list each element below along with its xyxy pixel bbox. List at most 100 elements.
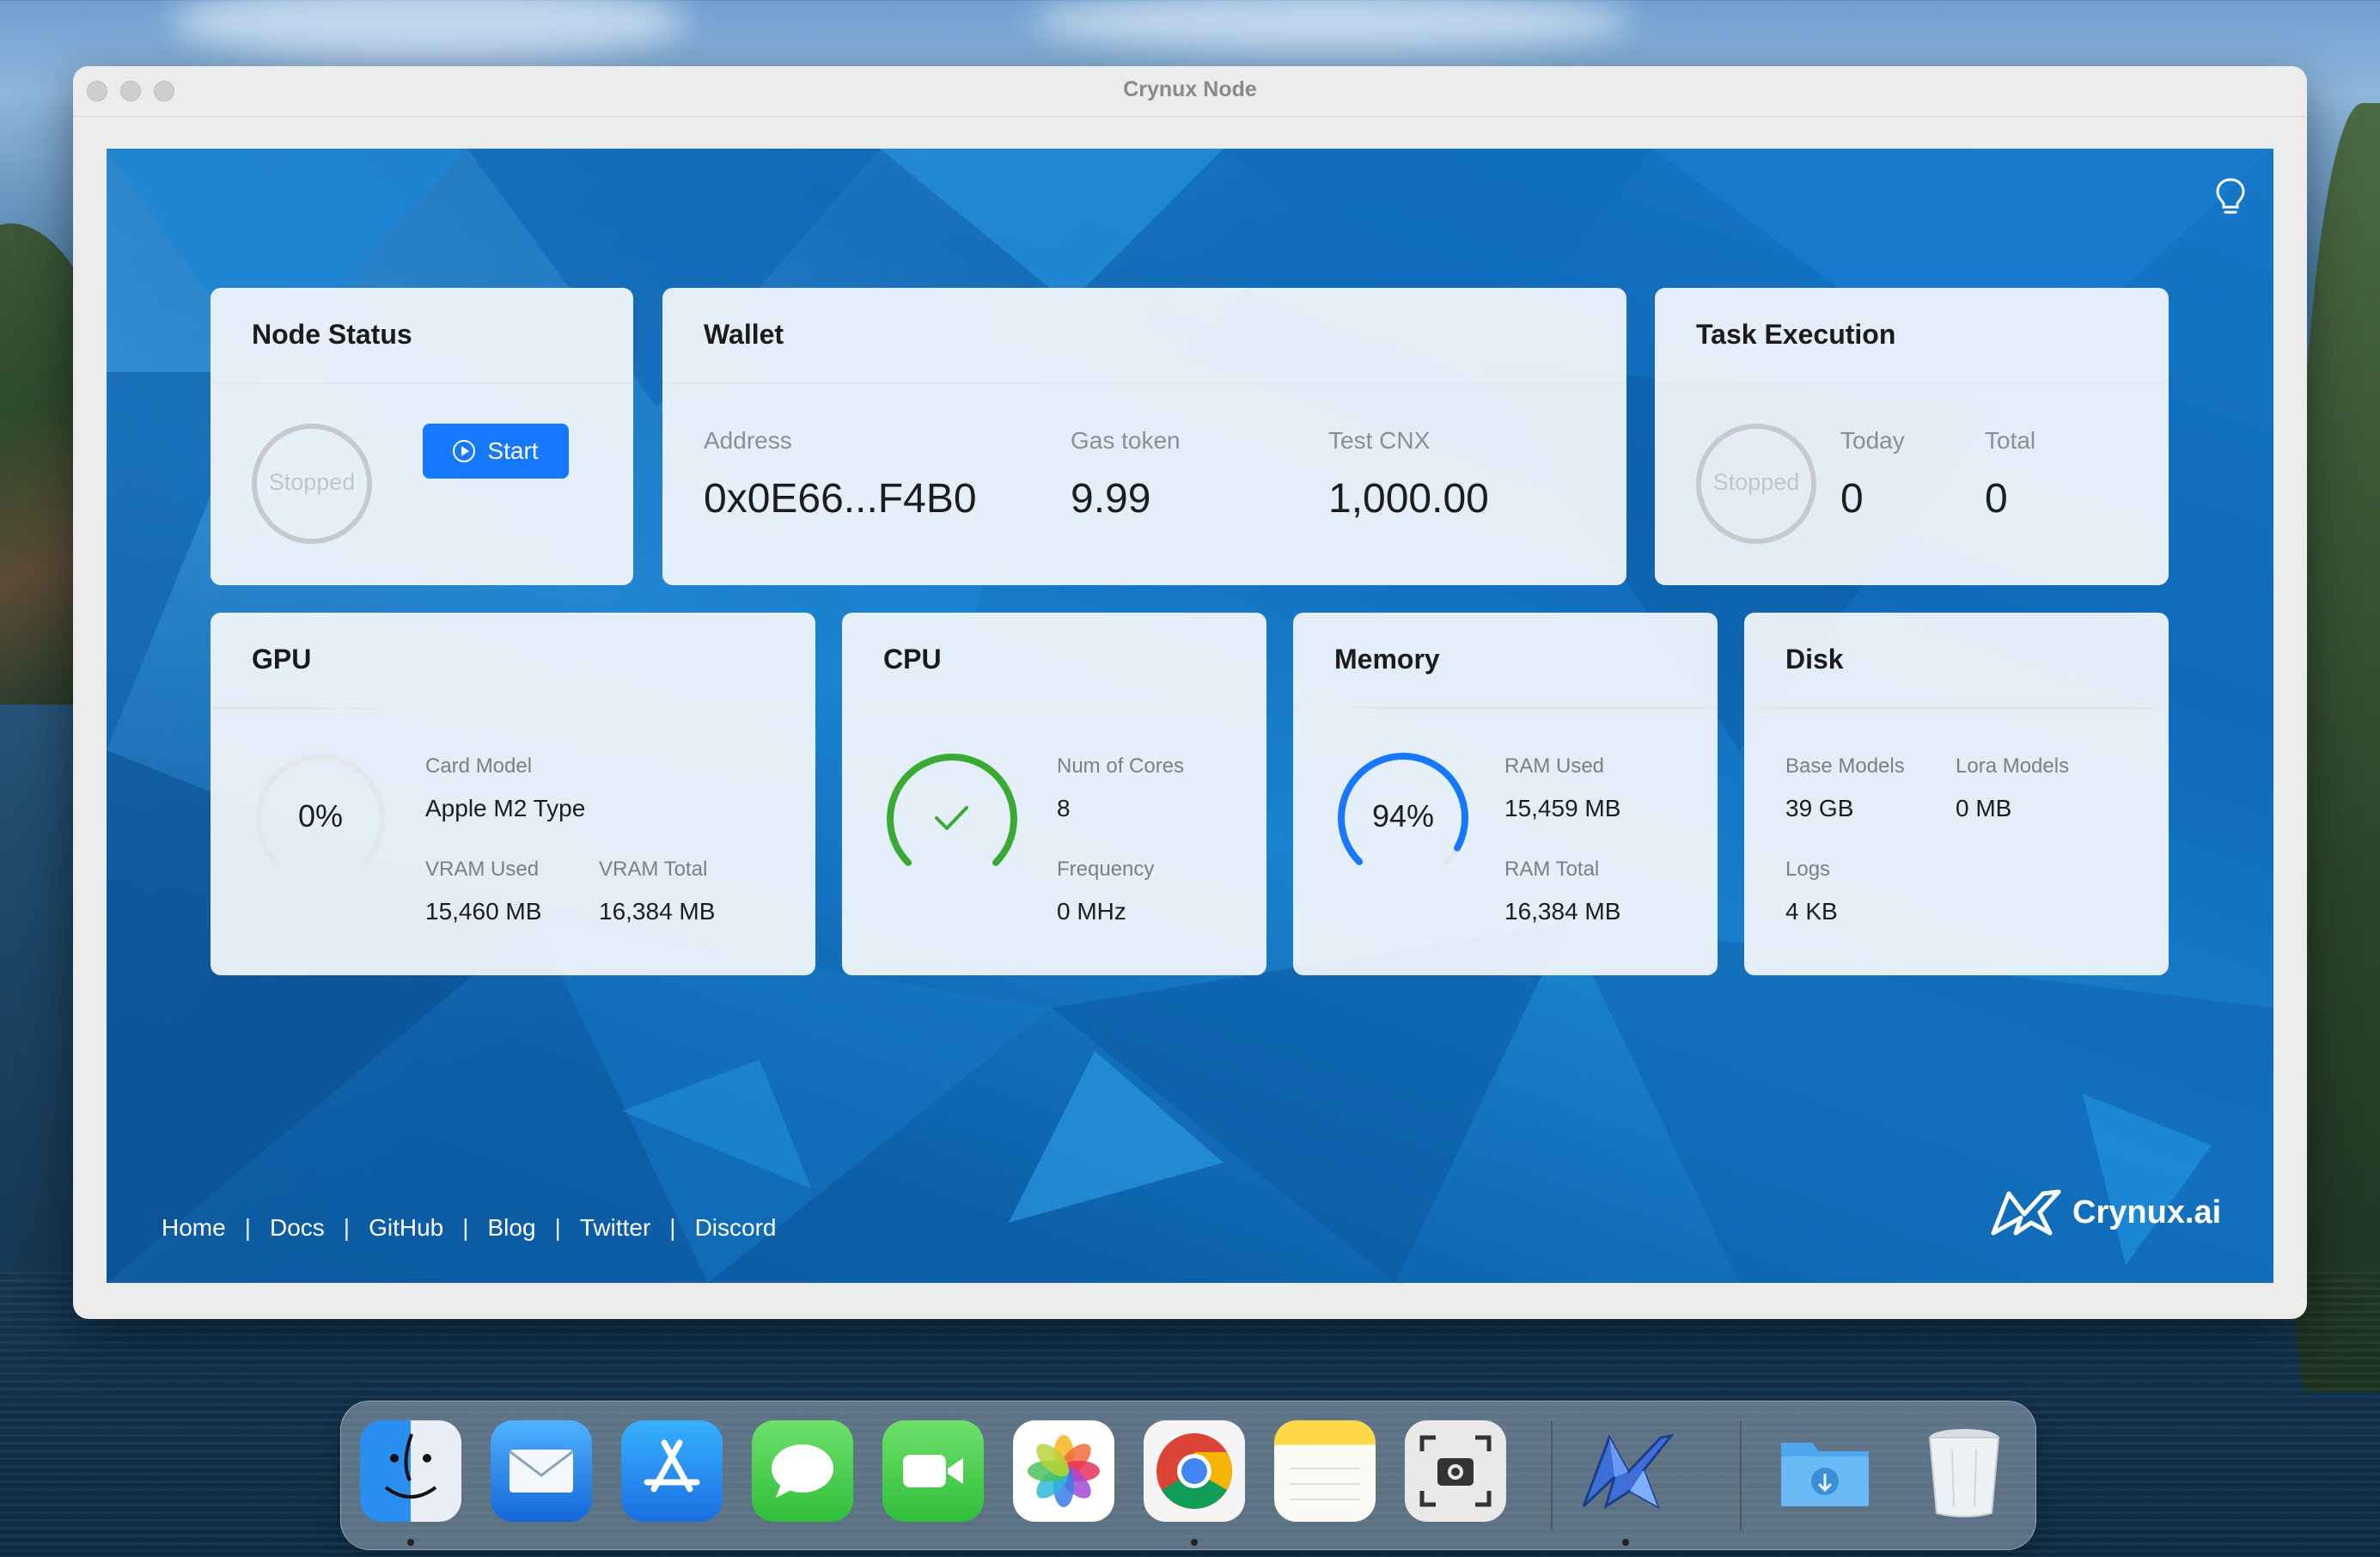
footer-link-github[interactable]: GitHub	[369, 1214, 443, 1242]
gas-token-label: Gas token	[1071, 427, 1181, 454]
vram-total-value: 16,384 MB	[599, 898, 716, 925]
ram-total-label: RAM Total	[1504, 858, 1600, 881]
app-store-icon[interactable]	[621, 1420, 723, 1522]
desktop-cloud	[1031, 0, 1632, 52]
task-execution-card: Task Execution Stopped Today 0 Total 0	[1655, 288, 2169, 585]
lightbulb-icon[interactable]	[2212, 174, 2249, 221]
crynux-icon[interactable]	[1575, 1420, 1676, 1522]
running-indicator	[1622, 1539, 1629, 1546]
start-button[interactable]: Start	[423, 424, 569, 479]
total-value: 0	[1985, 476, 2008, 522]
card-header: Node Status	[211, 288, 633, 384]
facetime-icon[interactable]	[882, 1420, 984, 1522]
task-status-ring: Stopped	[1696, 424, 1816, 544]
card-title: GPU	[252, 644, 312, 675]
test-cnx-value: 1,000.00	[1328, 476, 1489, 522]
footer-separator: |	[554, 1214, 561, 1241]
notes-icon[interactable]	[1274, 1420, 1376, 1522]
card-header: Wallet	[662, 288, 1626, 384]
chrome-icon[interactable]	[1144, 1420, 1245, 1522]
frequency-label: Frequency	[1057, 858, 1155, 881]
vram-used-value: 15,460 MB	[425, 898, 542, 925]
node-status-card: Node Status Stopped Start	[211, 288, 633, 585]
logs-value: 4 KB	[1785, 898, 1838, 925]
card-header: GPU	[211, 613, 815, 709]
num-cores-value: 8	[1057, 795, 1071, 821]
cpu-card: CPU Num of Cores 8 Frequency 0 MHz	[842, 613, 1266, 975]
dashboard: Node Status Stopped Start Wallet Address…	[107, 149, 2273, 1283]
running-indicator	[407, 1539, 414, 1546]
test-cnx-label: Test CNX	[1328, 427, 1431, 454]
card-header: Memory	[1293, 613, 1718, 709]
cpu-gauge-ring	[887, 753, 1017, 866]
vram-total-label: VRAM Total	[599, 858, 708, 881]
screenshot-icon[interactable]	[1405, 1420, 1506, 1522]
footer-link-twitter[interactable]: Twitter	[580, 1214, 650, 1242]
desktop-cloud	[172, 0, 687, 60]
gas-token-value: 9.99	[1071, 476, 1151, 522]
footer-separator: |	[343, 1214, 351, 1241]
footer-link-home[interactable]: Home	[162, 1214, 226, 1242]
num-cores-label: Num of Cores	[1057, 754, 1185, 778]
lora-models-value: 0 MB	[1956, 795, 2012, 821]
footer-separator: |	[244, 1214, 251, 1241]
dock-separator	[1551, 1420, 1553, 1530]
memory-usage-text: 94%	[1371, 798, 1435, 833]
node-status-ring: Stopped	[252, 424, 372, 544]
mail-icon[interactable]	[491, 1420, 592, 1522]
card-title: CPU	[883, 644, 942, 675]
lora-models-label: Lora Models	[1956, 754, 2070, 778]
disk-card: Disk Base Models 39 GB Lora Models 0 MB …	[1744, 613, 2169, 975]
brand-name: Crynux.ai	[2072, 1194, 2222, 1230]
downloads-folder-icon[interactable]	[1774, 1420, 1876, 1522]
play-icon	[453, 440, 476, 462]
ram-used-value: 15,459 MB	[1504, 795, 1621, 821]
card-title: Wallet	[704, 319, 784, 350]
address-label: Address	[704, 427, 792, 454]
card-title: Memory	[1334, 644, 1440, 675]
gpu-card: GPU 0% Card Model Apple M2 Type VRAM Use…	[211, 613, 815, 975]
title-bar[interactable]: Crynux Node	[73, 66, 2307, 117]
finder-icon[interactable]	[360, 1420, 461, 1522]
app-window: Crynux Node Node Status Stopped Start Wa…	[73, 66, 2307, 1319]
crynux-logo-icon	[1991, 1189, 2061, 1236]
card-title: Node Status	[252, 319, 412, 350]
footer-link-discord[interactable]: Discord	[695, 1214, 777, 1242]
card-header: CPU	[842, 613, 1266, 709]
memory-card: Memory 94% RAM Used 15,459 MB RAM Total …	[1293, 613, 1718, 975]
card-header: Task Execution	[1655, 288, 2169, 384]
window-title: Crynux Node	[1123, 77, 1257, 101]
ram-used-label: RAM Used	[1504, 754, 1605, 778]
card-title: Disk	[1785, 644, 1844, 675]
card-title: Task Execution	[1696, 319, 1896, 350]
logs-label: Logs	[1785, 858, 1831, 881]
total-label: Total	[1985, 427, 2036, 454]
footer-link-blog[interactable]: Blog	[488, 1214, 536, 1242]
today-value: 0	[1840, 476, 1864, 522]
brand-logo[interactable]: Crynux.ai	[1990, 1188, 2221, 1236]
trash-icon[interactable]	[1913, 1420, 2015, 1522]
footer-link-docs[interactable]: Docs	[270, 1214, 325, 1242]
card-header: Disk	[1744, 613, 2169, 709]
address-value[interactable]: 0x0E66...F4B0	[704, 475, 977, 522]
desktop-mountain	[2294, 103, 2380, 1392]
ram-total-value: 16,384 MB	[1504, 898, 1621, 925]
dock-separator	[1740, 1420, 1742, 1530]
running-indicator	[1191, 1539, 1198, 1546]
footer-links: Home | Docs | GitHub | Blog | Twitter | …	[162, 1214, 777, 1242]
vram-used-label: VRAM Used	[425, 858, 540, 881]
card-model-label: Card Model	[425, 754, 533, 778]
node-status-text: Stopped	[268, 469, 356, 495]
photos-icon[interactable]	[1013, 1420, 1114, 1522]
wallet-card: Wallet Address 0x0E66...F4B0 Gas token 9…	[662, 288, 1626, 585]
dock	[340, 1401, 2036, 1550]
base-models-value: 39 GB	[1785, 795, 1854, 821]
messages-icon[interactable]	[752, 1420, 853, 1522]
today-label: Today	[1840, 427, 1905, 454]
footer-separator: |	[462, 1214, 469, 1241]
frequency-value: 0 MHz	[1057, 898, 1126, 925]
footer-separator: |	[669, 1214, 676, 1241]
start-button-label: Start	[487, 437, 539, 464]
card-model-value: Apple M2 Type	[425, 795, 586, 821]
cpu-gauge	[887, 753, 1017, 866]
